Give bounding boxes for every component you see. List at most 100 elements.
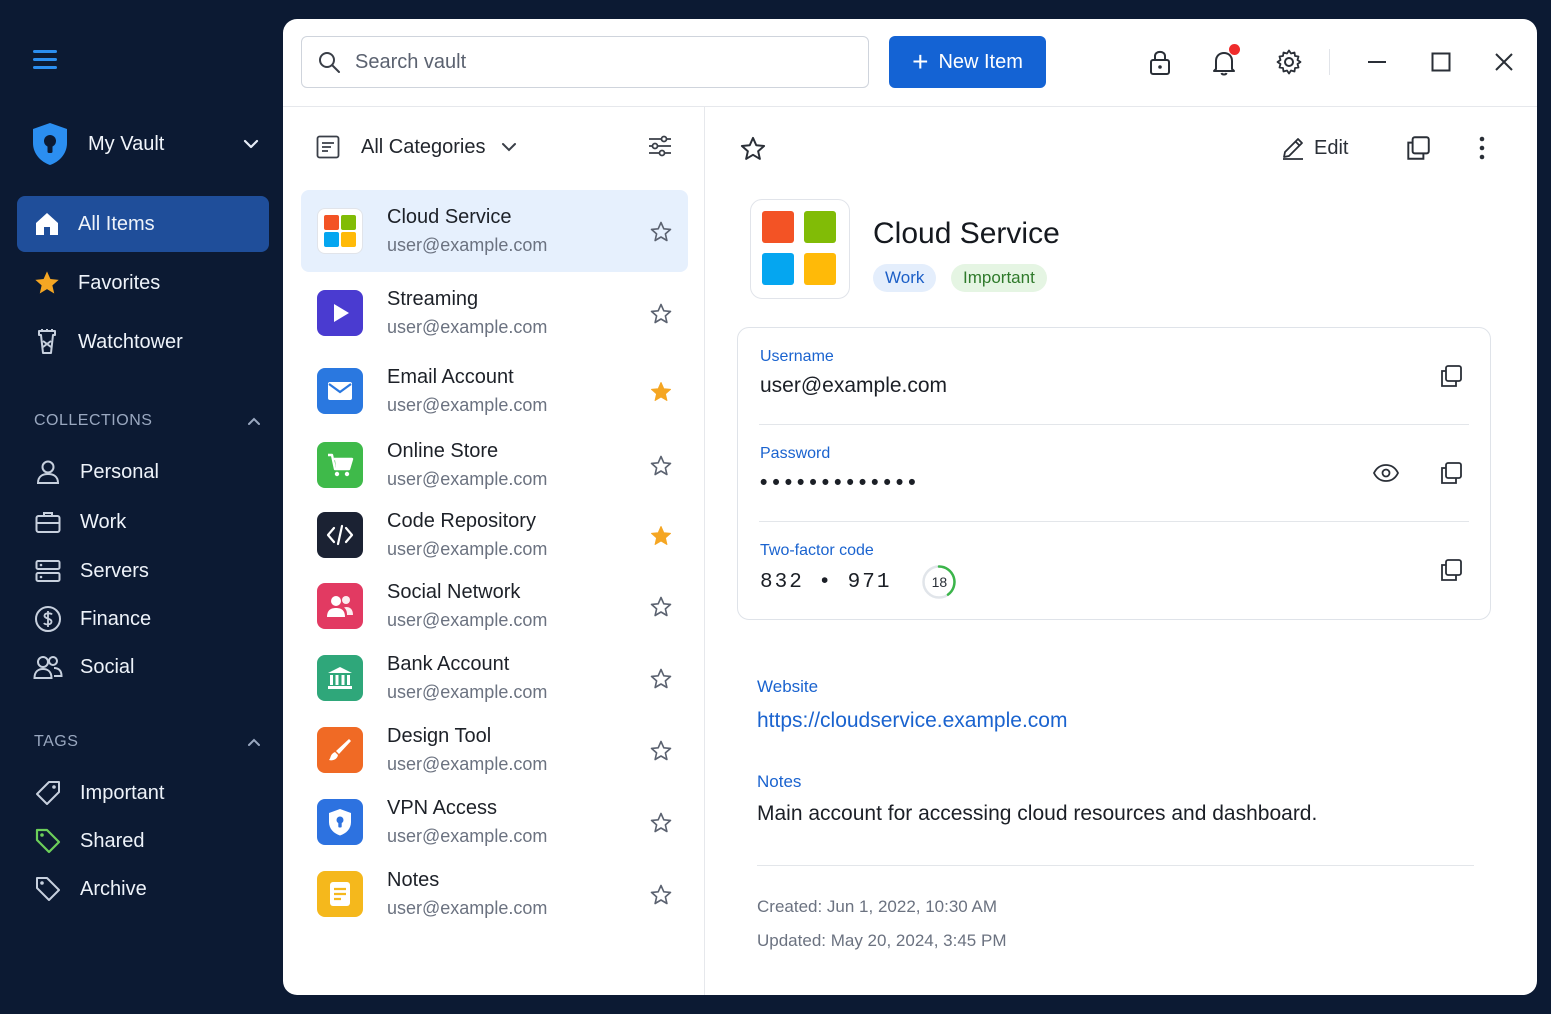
cart-icon bbox=[317, 442, 363, 488]
tag-archive[interactable]: Archive bbox=[33, 871, 263, 907]
collection-social[interactable]: Social bbox=[33, 649, 263, 685]
tag-label: Shared bbox=[80, 829, 145, 852]
nav-label: Favorites bbox=[78, 271, 161, 294]
shield-icon bbox=[317, 799, 363, 845]
collection-work[interactable]: Work bbox=[33, 504, 263, 540]
chevron-up-icon[interactable] bbox=[246, 734, 262, 750]
list-item-subtitle: user@example.com bbox=[387, 610, 548, 630]
list-item[interactable]: Bank Account user@example.com bbox=[301, 637, 688, 719]
nav-all-items[interactable]: All Items bbox=[17, 196, 269, 252]
tag-important[interactable]: Important bbox=[33, 775, 263, 811]
list-item-subtitle: user@example.com bbox=[387, 235, 548, 255]
collection-finance[interactable]: Finance bbox=[33, 601, 263, 637]
close-icon[interactable] bbox=[1489, 47, 1519, 77]
star-filled-icon[interactable] bbox=[649, 524, 673, 548]
credentials-card: Username user@example.com Password •••••… bbox=[737, 327, 1491, 620]
copy-icon[interactable] bbox=[1438, 363, 1464, 389]
list-item-title: Code Repository bbox=[387, 510, 536, 532]
bell-icon[interactable] bbox=[1209, 44, 1240, 77]
list-item-title: VPN Access bbox=[387, 797, 498, 819]
password-value[interactable]: ••••••••••••• bbox=[760, 471, 1470, 495]
list-item-title: Design Tool bbox=[387, 725, 492, 747]
list-item[interactable]: Design Tool user@example.com bbox=[301, 709, 688, 791]
copy-icon[interactable] bbox=[1438, 557, 1464, 583]
collection-label: Social bbox=[80, 655, 135, 678]
more-vertical-icon[interactable] bbox=[1468, 134, 1496, 162]
star-outline-icon[interactable] bbox=[649, 302, 673, 326]
password-field: Password ••••••••••••• bbox=[760, 445, 1470, 495]
star-outline-icon[interactable] bbox=[649, 811, 673, 835]
star-outline-icon[interactable] bbox=[649, 667, 673, 691]
nav-favorites[interactable]: Favorites bbox=[17, 255, 269, 311]
star-outline-icon[interactable] bbox=[649, 454, 673, 478]
notes-value: Main account for accessing cloud resourc… bbox=[757, 802, 1318, 825]
star-filled-icon[interactable] bbox=[649, 380, 673, 404]
mail-icon bbox=[317, 368, 363, 414]
totp-seconds: 18 bbox=[931, 574, 948, 590]
search-input[interactable] bbox=[355, 50, 835, 74]
list-item[interactable]: VPN Access user@example.com bbox=[301, 781, 688, 863]
vault-switcher[interactable]: My Vault bbox=[30, 120, 260, 168]
chevron-up-icon[interactable] bbox=[246, 413, 262, 429]
list-item-title: Streaming bbox=[387, 288, 479, 310]
list-item-title: Bank Account bbox=[387, 653, 510, 675]
category-label: All Categories bbox=[361, 135, 486, 158]
list-item-subtitle: user@example.com bbox=[387, 317, 548, 337]
list-item[interactable]: Cloud Service user@example.com bbox=[301, 190, 688, 272]
sidebar: My Vault All Items Favorites Watchtower … bbox=[0, 0, 283, 1014]
edit-button[interactable]: Edit bbox=[1280, 132, 1348, 164]
tag-icon bbox=[33, 874, 63, 904]
collection-personal[interactable]: Personal bbox=[33, 454, 263, 490]
user-icon bbox=[33, 457, 63, 487]
website-link[interactable]: https://cloudservice.example.com bbox=[757, 709, 1067, 733]
tags-heading: TAGS bbox=[34, 733, 262, 751]
star-outline-icon[interactable] bbox=[649, 739, 673, 763]
maximize-icon[interactable] bbox=[1426, 47, 1456, 77]
category-dropdown[interactable]: All Categories bbox=[315, 131, 518, 163]
list-item[interactable]: Email Account user@example.com bbox=[301, 350, 688, 432]
note-icon bbox=[317, 871, 363, 917]
category-list-icon bbox=[316, 135, 340, 159]
server-icon bbox=[33, 556, 63, 586]
logo-square-green bbox=[804, 211, 836, 243]
username-value[interactable]: user@example.com bbox=[760, 374, 1470, 398]
star-outline-icon[interactable] bbox=[649, 220, 673, 244]
code-icon bbox=[317, 512, 363, 558]
briefcase-icon bbox=[33, 507, 63, 537]
tag-shared[interactable]: Shared bbox=[33, 823, 263, 859]
tag-chip-work[interactable]: Work bbox=[873, 264, 937, 292]
menu-icon[interactable] bbox=[33, 50, 57, 74]
list-item[interactable]: Social Network user@example.com bbox=[301, 565, 688, 647]
star-outline-icon[interactable] bbox=[649, 595, 673, 619]
list-item-subtitle: user@example.com bbox=[387, 826, 548, 846]
nav-watchtower[interactable]: Watchtower bbox=[17, 314, 269, 370]
list-item[interactable]: Streaming user@example.com bbox=[301, 272, 688, 354]
nav-label: All Items bbox=[78, 212, 155, 235]
favorite-star-icon[interactable] bbox=[739, 135, 767, 163]
minimize-icon[interactable] bbox=[1362, 47, 1392, 77]
copy-icon[interactable] bbox=[1438, 460, 1464, 486]
watchtower-icon bbox=[33, 328, 61, 356]
username-field: Username user@example.com bbox=[760, 348, 1470, 398]
eye-icon[interactable] bbox=[1372, 459, 1400, 487]
search-box[interactable] bbox=[301, 36, 869, 88]
updated-timestamp: Updated: May 20, 2024, 3:45 PM bbox=[757, 931, 1007, 950]
collection-servers[interactable]: Servers bbox=[33, 553, 263, 589]
totp-code[interactable]: 832 • 971 bbox=[760, 571, 891, 594]
tag-label: Archive bbox=[80, 877, 147, 900]
collection-label: Personal bbox=[80, 460, 159, 483]
username-label: Username bbox=[760, 348, 834, 365]
notification-badge bbox=[1229, 44, 1240, 55]
tag-chip-important[interactable]: Important bbox=[951, 264, 1047, 292]
star-icon bbox=[33, 269, 61, 297]
star-outline-icon[interactable] bbox=[649, 883, 673, 907]
gear-icon[interactable] bbox=[1274, 47, 1304, 77]
lock-icon[interactable] bbox=[1145, 47, 1175, 77]
totp-field: Two-factor code 832 • 971 18 bbox=[760, 542, 1470, 600]
list-item[interactable]: Code Repository user@example.com bbox=[301, 494, 688, 576]
duplicate-icon[interactable] bbox=[1404, 134, 1432, 162]
new-item-button[interactable]: + New Item bbox=[889, 36, 1046, 88]
filter-icon[interactable] bbox=[647, 133, 673, 159]
list-item[interactable]: Notes user@example.com bbox=[301, 853, 688, 935]
field-divider bbox=[759, 424, 1469, 425]
